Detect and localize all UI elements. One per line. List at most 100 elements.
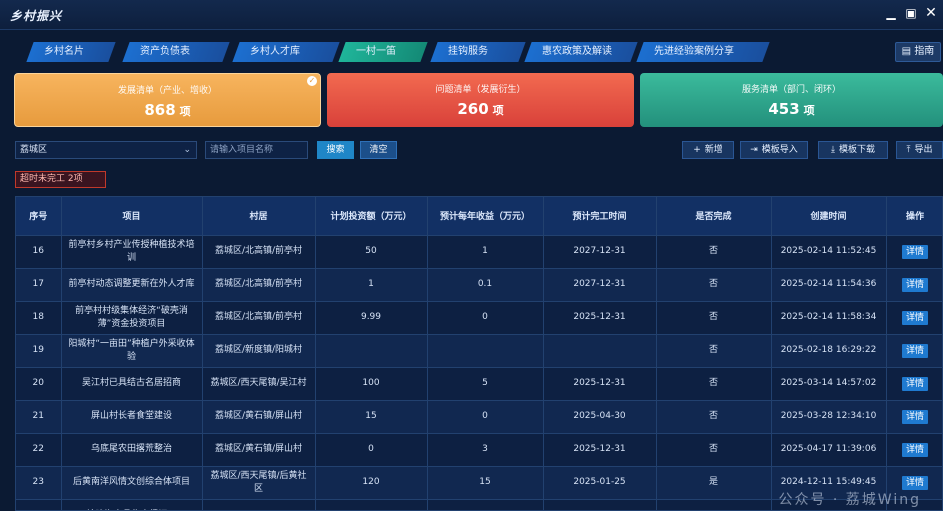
- table-row: 16 前亭村乡村产业传授种植技术培训 荔城区/北高镇/前亭村 50 1 2027-12-3…: [16, 234, 942, 268]
- table-cell: 2025-03-28 12:34:10: [771, 399, 887, 433]
- table-cell: 是: [656, 465, 772, 499]
- service-list-card[interactable]: 服务清单（部门、闭环） 453 项: [640, 73, 943, 127]
- table-cell: 18: [16, 300, 62, 334]
- detail-button[interactable]: 详情: [902, 475, 928, 490]
- tab-village-card[interactable]: 乡村名片: [26, 42, 116, 62]
- district-select[interactable]: 荔城区 ⌄: [15, 141, 197, 159]
- detail-button[interactable]: 详情: [902, 310, 928, 325]
- table-cell: 后黄南洋风情文创综合体项目: [61, 465, 203, 499]
- tab-policies[interactable]: 惠农政策及解读: [524, 42, 638, 62]
- table-cell: 否: [656, 432, 772, 466]
- table-cell: 塘建海产品集直播间…: [61, 498, 203, 510]
- search-button[interactable]: 搜索: [317, 141, 354, 159]
- table-cell: 0.1: [427, 267, 544, 301]
- col-header: 序号: [16, 197, 62, 235]
- table-cell: 否: [656, 333, 772, 367]
- table-cell: 2025-02-18 16:29:22: [771, 333, 887, 367]
- tab-linked-services[interactable]: 挂钩服务: [430, 42, 526, 62]
- detail-button[interactable]: 详情: [902, 244, 928, 259]
- table-cell: 2025-04-30: [543, 399, 657, 433]
- action-cell: 详情: [886, 300, 942, 334]
- table-row: 20 吴江村已具结古名居招商 荔城区/西天尾镇/吴江村 100 5 2025-12-31 否…: [16, 366, 942, 400]
- table-cell: 荔城区/西天尾镇/吴江村: [202, 366, 316, 400]
- col-header: 计划投资额（万元）: [315, 197, 428, 235]
- action-cell: 详情: [886, 432, 942, 466]
- overdue-badge[interactable]: 超时未完工 2项: [15, 171, 106, 188]
- table-cell: 15: [427, 465, 544, 499]
- col-header: 创建时间: [771, 197, 887, 235]
- development-list-card[interactable]: ✓ 发展清单（产业、增收） 868 项: [14, 73, 321, 127]
- table-cell: 23: [16, 465, 62, 499]
- table-cell: 100: [315, 366, 428, 400]
- table-cell: 21: [16, 399, 62, 433]
- detail-button[interactable]: 详情: [902, 277, 928, 292]
- detail-button[interactable]: 详情: [902, 343, 928, 358]
- table-cell: 2025-02-14 11:52:45: [771, 234, 887, 268]
- project-search-input[interactable]: [205, 141, 308, 159]
- table-cell: 2027-12-31: [543, 234, 657, 268]
- detail-button[interactable]: 详情: [902, 376, 928, 391]
- plus-icon: +: [693, 145, 701, 155]
- table-cell: 荔城区/黄石镇/屏山村: [202, 399, 316, 433]
- title-bar: 乡村振兴 ▁ ▣ ✕: [0, 0, 943, 30]
- table-cell: 2025-12-31: [543, 366, 657, 400]
- maximize-icon[interactable]: ▣: [904, 6, 918, 20]
- action-cell: 详情: [886, 366, 942, 400]
- minimize-icon[interactable]: ▁: [884, 6, 898, 20]
- detail-button[interactable]: 详情: [902, 442, 928, 457]
- detail-button[interactable]: 详情: [902, 409, 928, 424]
- table-cell: 2025-12-31: [543, 300, 657, 334]
- guide-button[interactable]: ▤ 指南: [895, 42, 941, 62]
- download-icon: ⤓: [831, 145, 835, 155]
- table-cell: 20: [16, 366, 62, 400]
- watermark: 公众号 · 荔城Wing: [778, 492, 921, 508]
- chevron-down-icon: ⌄: [183, 145, 191, 155]
- table-row: 22 乌底尾农田撂荒整治 荔城区/黄石镇/屏山村 0 3 2025-12-31 否 2025-…: [16, 432, 942, 466]
- export-button[interactable]: ⤒ 导出: [896, 141, 943, 159]
- close-icon[interactable]: ✕: [924, 6, 938, 20]
- action-cell: 详情: [886, 399, 942, 433]
- tab-case-sharing[interactable]: 先进经验案例分享: [636, 42, 770, 62]
- table-cell: 吴江村已具结古名居招商: [61, 366, 203, 400]
- table-cell: 荔城区/黄石镇/屏山村: [202, 432, 316, 466]
- problem-list-card[interactable]: 问题清单（发展衍生） 260 项: [327, 73, 634, 127]
- template-import-button[interactable]: ⇥ 模板导入: [740, 141, 808, 159]
- tab-one-village[interactable]: 一村一笛: [338, 42, 428, 62]
- table-cell: [315, 498, 428, 510]
- table-header: 序号 项目 村居 计划投资额（万元） 预计每年收益（万元） 预计完工时间 是否完…: [16, 197, 942, 235]
- action-cell: 详情: [886, 267, 942, 301]
- template-download-button[interactable]: ⤓ 模板下载: [818, 141, 888, 159]
- table-cell: [427, 498, 544, 510]
- card-title: 发展清单（产业、增收）: [117, 86, 217, 96]
- table-cell: [315, 333, 428, 367]
- table-cell: 荔城区/新度镇/阳城村: [202, 333, 316, 367]
- table-cell: 17: [16, 267, 62, 301]
- export-icon: ⤒: [906, 145, 911, 155]
- table-cell: 否: [656, 399, 772, 433]
- table-cell: 屏山村长者食堂建设: [61, 399, 203, 433]
- col-header: 村居: [202, 197, 316, 235]
- add-button[interactable]: + 新增: [682, 141, 734, 159]
- table-cell: 15: [315, 399, 428, 433]
- card-title: 问题清单（发展衍生）: [435, 85, 526, 95]
- table-cell: 荔城区/西天尾镇/后黄社区: [202, 465, 316, 499]
- table-row: 21 屏山村长者食堂建设 荔城区/黄石镇/屏山村 15 0 2025-04-30 否 2025…: [16, 399, 942, 433]
- table-cell: 否: [656, 234, 772, 268]
- table-cell: 2025-04-17 11:39:06: [771, 432, 887, 466]
- col-header: 项目: [61, 197, 203, 235]
- card-count: 868 项: [144, 101, 191, 119]
- table-cell: 19: [16, 333, 62, 367]
- table-cell: [202, 498, 316, 510]
- tab-talent-pool[interactable]: 乡村人才库: [232, 42, 340, 62]
- table-cell: 否: [656, 267, 772, 301]
- card-count: 453 项: [768, 100, 815, 118]
- table-cell: 9.99: [315, 300, 428, 334]
- table-cell: [543, 498, 657, 510]
- clear-button[interactable]: 清空: [360, 141, 397, 159]
- tab-balance-sheet[interactable]: 资产负债表: [122, 42, 230, 62]
- col-header: 是否完成: [656, 197, 772, 235]
- table-cell: 前亭村乡村产业传授种植技术培训: [61, 234, 203, 268]
- import-icon: ⇥: [750, 145, 758, 155]
- table-row: 17 前亭村动态调整更新在外人才库 荔城区/北高镇/前亭村 1 0.1 2027-12-3…: [16, 267, 942, 301]
- app-title: 乡村振兴: [10, 9, 63, 23]
